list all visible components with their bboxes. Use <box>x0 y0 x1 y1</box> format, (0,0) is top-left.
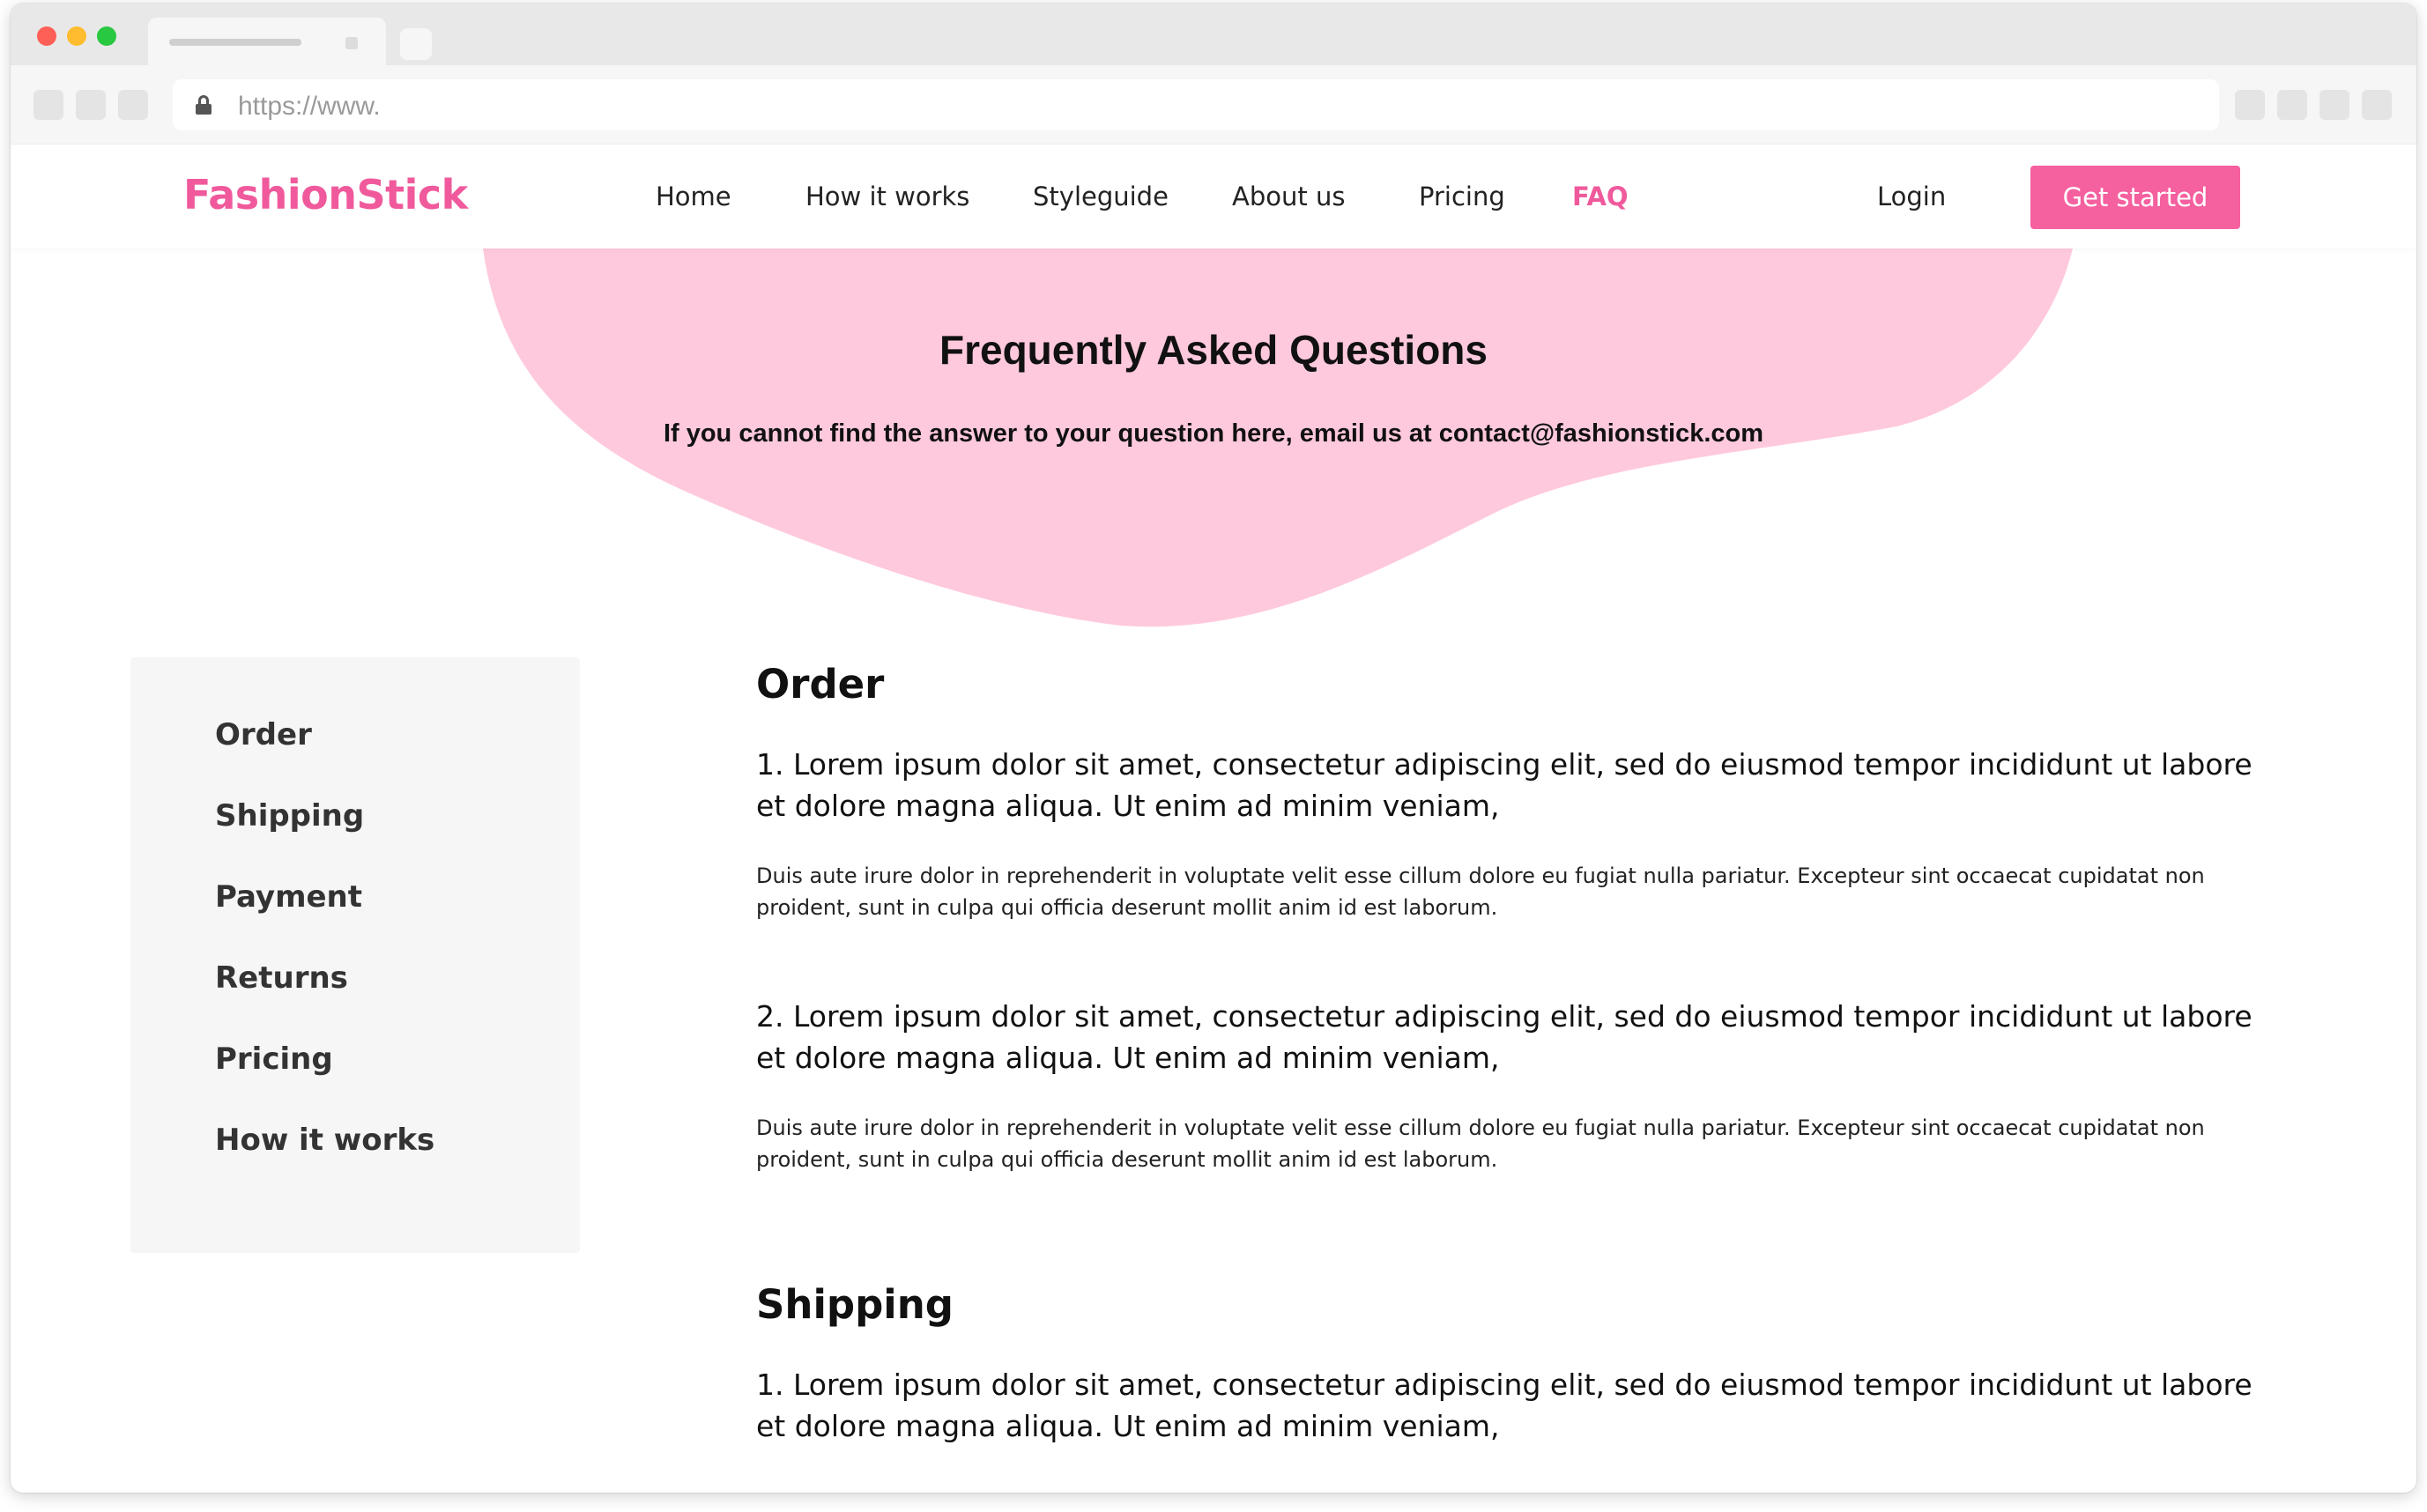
nav-home[interactable]: Home <box>656 182 731 211</box>
faq-question: 1. Lorem ipsum dolor sit amet, consectet… <box>756 1367 2253 1443</box>
sidebar-item-how-it-works[interactable]: How it works <box>215 1123 434 1158</box>
nav-faq[interactable]: FAQ <box>1572 182 1629 211</box>
section-title-shipping: Shipping <box>756 1281 954 1328</box>
faq-answer: Duis aute irure dolor in reprehenderit i… <box>756 1115 2205 1172</box>
section-title-order: Order <box>756 661 885 708</box>
sidebar-item-shipping[interactable]: Shipping <box>215 798 364 834</box>
login-link[interactable]: Login <box>1877 182 1946 211</box>
sidebar-item-pricing[interactable]: Pricing <box>215 1041 333 1077</box>
page-title: Frequently Asked Questions <box>939 327 1488 373</box>
get-started-button[interactable]: Get started <box>2030 166 2240 229</box>
sidebar-item-returns[interactable]: Returns <box>215 960 348 996</box>
nav-how-it-works[interactable]: How it works <box>805 182 969 211</box>
site-header: FashionStick Home How it works Styleguid… <box>11 145 2416 248</box>
sidebar-item-payment[interactable]: Payment <box>215 879 362 915</box>
page-subtitle: If you cannot find the answer to your qu… <box>663 419 1764 448</box>
nav-about-us[interactable]: About us <box>1232 182 1345 211</box>
nav-pricing[interactable]: Pricing <box>1419 182 1505 211</box>
faq-category-sidebar: Order Shipping Payment Returns Pricing H… <box>130 657 580 1253</box>
nav-styleguide[interactable]: Styleguide <box>1033 182 1169 211</box>
faq-question: 1. Lorem ipsum dolor sit amet, consectet… <box>756 747 2253 823</box>
faq-answer: Duis aute irure dolor in reprehenderit i… <box>756 863 2205 920</box>
sidebar-item-order[interactable]: Order <box>215 717 312 752</box>
faq-question: 2. Lorem ipsum dolor sit amet, consectet… <box>756 999 2253 1075</box>
